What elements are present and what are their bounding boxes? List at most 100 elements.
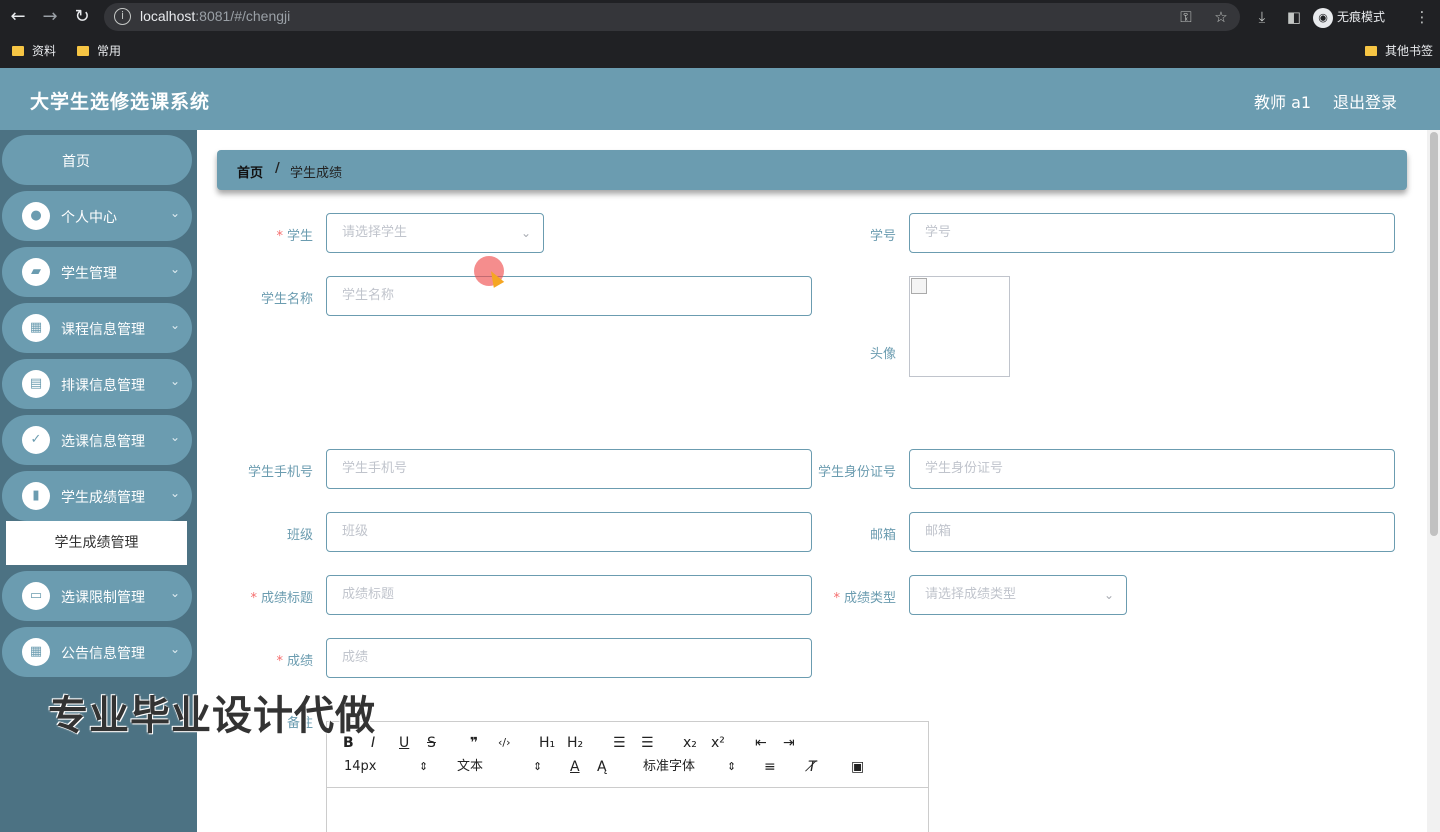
xuehao-input[interactable]: 学号 xyxy=(909,213,1395,253)
clear-format-icon[interactable]: T̸ xyxy=(808,758,817,776)
folder-icon xyxy=(77,46,89,56)
sidebar-item-home[interactable]: 首页 xyxy=(2,135,192,185)
font-family-select[interactable]: 标准字体 xyxy=(643,758,695,776)
score-title-label: * 成绩标题 xyxy=(250,591,313,606)
avatar-image xyxy=(909,276,1010,377)
note-editor[interactable]: B I U S ❞ ‹/› H₁ H₂ ☰ ☰ x₂ x² ⇤ ⇥ 14px ⇕… xyxy=(326,721,929,832)
back-icon[interactable]: ← xyxy=(6,5,30,29)
updown-icon: ⇕ xyxy=(533,760,543,773)
name-label: 学生名称 xyxy=(260,292,313,307)
updown-icon: ⇕ xyxy=(419,760,429,773)
clipboard-check-icon: ✓ xyxy=(22,426,50,454)
chevron-down-icon: ⌄ xyxy=(170,642,181,656)
score-input[interactable]: 成绩 xyxy=(326,638,812,678)
chevron-down-icon: ⌄ xyxy=(1103,588,1114,602)
subscript-icon[interactable]: x₂ xyxy=(683,734,697,752)
block-select[interactable]: 文本 xyxy=(457,758,483,776)
incognito-icon: ◉ xyxy=(1313,7,1333,28)
phone-label: 学生手机号 xyxy=(247,465,313,480)
other-bookmarks[interactable]: 其他书签 xyxy=(1365,42,1433,60)
chevron-down-icon: ⌄ xyxy=(170,206,181,220)
sidebar-item-courses[interactable]: ▦ 课程信息管理 ⌄ xyxy=(2,303,192,353)
url-text[interactable]: localhost:8081/#/chengji xyxy=(140,8,290,24)
strike-icon[interactable]: S xyxy=(427,734,436,752)
indent-icon[interactable]: ⇥ xyxy=(783,734,795,752)
sidebar-item-grades[interactable]: ▮ 学生成绩管理 ⌄ xyxy=(2,471,192,521)
bullet-list-icon[interactable]: ☰ xyxy=(641,734,654,752)
superscript-icon[interactable]: x² xyxy=(711,734,725,752)
breadcrumb-home[interactable]: 首页 xyxy=(237,162,263,181)
class-input[interactable]: 班级 xyxy=(326,512,812,552)
chevron-down-icon: ⌄ xyxy=(170,486,181,500)
bookmark-folder[interactable]: 资料 xyxy=(12,42,56,60)
score-type-select[interactable]: 请选择成绩类型 ⌄ xyxy=(909,575,1127,615)
menu-icon[interactable]: ⋮ xyxy=(1410,5,1434,29)
address-bar-row: ← → ↻ i localhost:8081/#/chengji ⚿ ☆ ⤓ ◧… xyxy=(0,0,1440,34)
sidebar-subitem-grades[interactable]: 学生成绩管理 xyxy=(6,521,187,565)
logout-link[interactable]: 退出登录 xyxy=(1333,89,1397,113)
sidebar-item-notices[interactable]: ▦ 公告信息管理 ⌄ xyxy=(2,627,192,677)
user-icon: ● xyxy=(22,202,50,230)
phone-input[interactable]: 学生手机号 xyxy=(326,449,812,489)
sidebar-item-limits[interactable]: ▭ 选课限制管理 ⌄ xyxy=(2,571,192,621)
chevron-down-icon: ⌄ xyxy=(170,586,181,600)
underline-icon[interactable]: U xyxy=(399,734,409,752)
grid-icon: ▦ xyxy=(22,314,50,342)
briefcase-icon: ▰ xyxy=(22,258,50,286)
ordered-list-icon[interactable]: ☰ xyxy=(613,734,626,752)
site-info-icon[interactable]: i xyxy=(114,8,131,25)
font-color-icon[interactable]: A xyxy=(570,758,580,776)
reload-icon[interactable]: ↻ xyxy=(70,5,94,29)
score-title-input[interactable]: 成绩标题 xyxy=(326,575,812,615)
email-input[interactable]: 邮箱 xyxy=(909,512,1395,552)
quote-icon[interactable]: ❞ xyxy=(470,734,478,752)
bar-chart-icon: ▮ xyxy=(22,482,50,510)
clipboard-icon: ▤ xyxy=(22,370,50,398)
sidepanel-icon[interactable]: ◧ xyxy=(1282,5,1306,29)
key-icon[interactable]: ⚿ xyxy=(1174,5,1198,29)
sidebar-item-schedule[interactable]: ▤ 排课信息管理 ⌄ xyxy=(2,359,192,409)
broken-image-icon xyxy=(911,278,927,294)
incognito-indicator[interactable]: ◉ 无痕模式 xyxy=(1313,5,1385,29)
student-select[interactable]: 请选择学生 ⌄ xyxy=(326,213,544,253)
forward-icon[interactable]: → xyxy=(38,5,62,29)
grid-icon: ▦ xyxy=(22,638,50,666)
folder-icon xyxy=(1365,46,1377,56)
chevron-down-icon: ⌄ xyxy=(170,318,181,332)
idcard-label: 学生身份证号 xyxy=(817,465,896,480)
chevron-down-icon: ⌄ xyxy=(170,374,181,388)
bookmark-folder[interactable]: 常用 xyxy=(77,42,121,60)
editor-toolbar: B I U S ❞ ‹/› H₁ H₂ ☰ ☰ x₂ x² ⇤ ⇥ 14px ⇕… xyxy=(327,722,928,788)
image-icon[interactable]: ▣ xyxy=(851,758,864,776)
updown-icon: ⇕ xyxy=(727,760,737,773)
sidebar-item-personal[interactable]: ● 个人中心 ⌄ xyxy=(2,191,192,241)
outdent-icon[interactable]: ⇤ xyxy=(755,734,767,752)
idcard-input[interactable]: 学生身份证号 xyxy=(909,449,1395,489)
download-icon[interactable]: ⤓ xyxy=(1250,5,1274,29)
code-icon[interactable]: ‹/› xyxy=(498,734,511,752)
current-user: 教师 a1 xyxy=(1254,93,1312,112)
student-label: * 学生 xyxy=(276,229,313,244)
h2-icon[interactable]: H₂ xyxy=(567,734,583,752)
score-label: * 成绩 xyxy=(276,654,313,669)
font-size-select[interactable]: 14px xyxy=(344,758,377,776)
sidebar-item-selection[interactable]: ✓ 选课信息管理 ⌄ xyxy=(2,415,192,465)
bookmarks-bar: 资料 常用 其他书签 xyxy=(0,34,1440,68)
chevron-down-icon: ⌄ xyxy=(170,430,181,444)
breadcrumb: 首页 / 学生成绩 xyxy=(217,150,1407,190)
breadcrumb-separator: / xyxy=(275,161,280,176)
chevron-down-icon: ⌄ xyxy=(170,262,181,276)
h1-icon[interactable]: H₁ xyxy=(539,734,555,752)
star-icon[interactable]: ☆ xyxy=(1209,5,1233,29)
monitor-icon: ▭ xyxy=(22,582,50,610)
email-label: 邮箱 xyxy=(869,528,896,543)
address-bar[interactable]: i localhost:8081/#/chengji ⚿ ☆ xyxy=(104,3,1240,31)
name-input[interactable]: 学生名称 xyxy=(326,276,812,316)
sidebar-item-students[interactable]: ▰ 学生管理 ⌄ xyxy=(2,247,192,297)
xuehao-label: 学号 xyxy=(869,229,896,244)
breadcrumb-current: 学生成绩 xyxy=(290,166,343,181)
background-color-icon[interactable]: Ą xyxy=(597,758,607,776)
align-icon[interactable]: ≡ xyxy=(764,758,776,776)
scrollbar-thumb[interactable] xyxy=(1430,132,1438,536)
app-header: 大学生选修选课系统 教师 a1 退出登录 xyxy=(0,68,1440,130)
